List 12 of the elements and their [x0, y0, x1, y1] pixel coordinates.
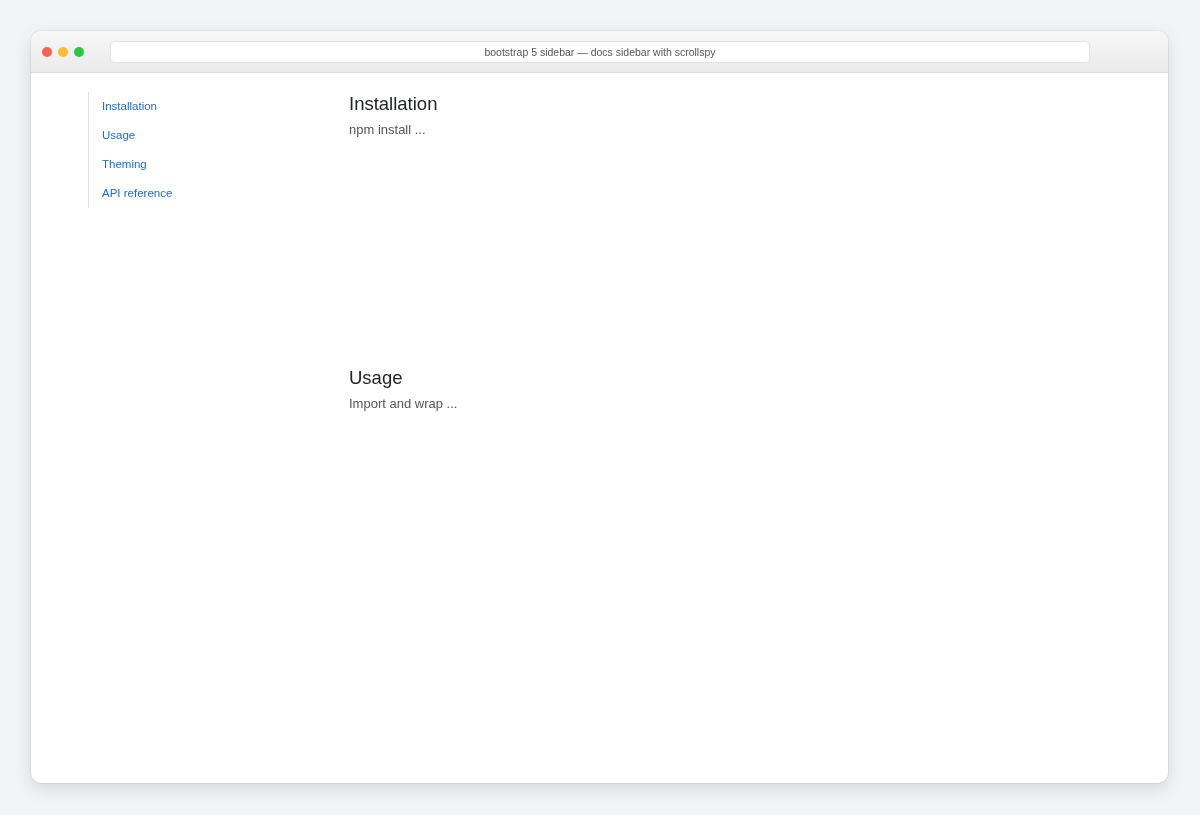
section-heading: Usage [349, 366, 403, 389]
section-text: npm install ... [349, 121, 426, 139]
zoom-icon[interactable] [74, 46, 84, 57]
sidebar-link[interactable]: Usage [89, 121, 149, 150]
minimize-icon[interactable] [58, 46, 68, 57]
section-text: Import and wrap ... [349, 395, 458, 413]
sidebar-link[interactable]: Installation [89, 92, 170, 121]
address-bar[interactable]: bootstrap 5 sidebar — docs sidebar with scrollspy [110, 40, 1090, 63]
sidebar-link[interactable]: Theming [89, 150, 160, 179]
close-icon[interactable] [42, 46, 52, 57]
section-heading: Installation [349, 92, 438, 115]
sidebar-link[interactable]: API reference [89, 179, 186, 208]
